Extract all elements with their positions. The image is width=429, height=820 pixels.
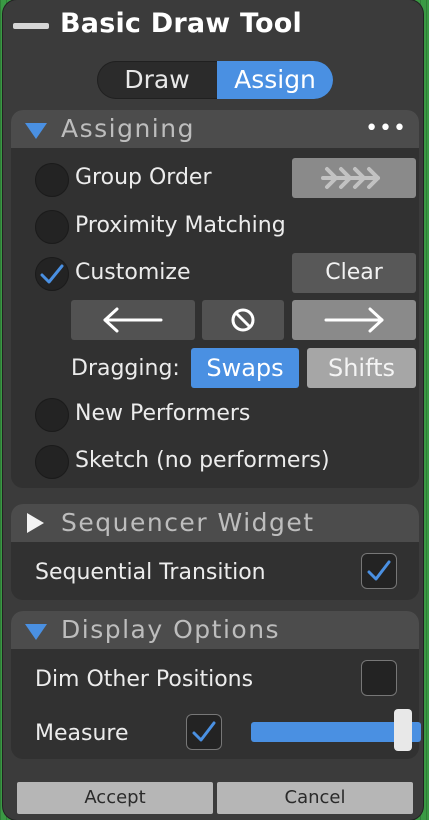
sequential-transition-checkbox[interactable]	[361, 553, 397, 589]
sequencer-section: Sequencer Widget Sequential Transition	[11, 504, 419, 600]
collapse-triangle-icon[interactable]	[25, 123, 47, 139]
sequencer-title: Sequencer Widget	[61, 508, 315, 537]
cancel-button[interactable]: Cancel	[217, 782, 413, 814]
assigning-header[interactable]: Assigning •••	[11, 110, 419, 148]
sequencer-header[interactable]: Sequencer Widget	[11, 504, 419, 542]
group-order-label: Group Order	[75, 165, 212, 190]
mode-toggle: Draw Assign	[97, 61, 333, 99]
dragging-label: Dragging:	[71, 356, 180, 381]
next-button[interactable]	[292, 300, 416, 340]
proximity-matching-label: Proximity Matching	[75, 213, 286, 238]
minimize-icon[interactable]	[13, 23, 49, 29]
radio-new-performers[interactable]	[35, 398, 69, 432]
shifts-button[interactable]: Shifts	[307, 348, 416, 388]
display-options-header[interactable]: Display Options	[11, 611, 419, 649]
new-performers-label: New Performers	[75, 401, 251, 426]
chevrons-right-icon	[321, 167, 380, 189]
assigning-section: Assigning ••• Group Order Proximity Matc…	[11, 110, 419, 488]
mode-assign-button[interactable]: Assign	[217, 61, 333, 99]
title-bar[interactable]: Basic Draw Tool	[3, 0, 423, 52]
dim-other-positions-checkbox[interactable]	[361, 660, 397, 696]
collapse-triangle-icon[interactable]	[25, 624, 47, 640]
previous-button[interactable]	[71, 300, 195, 340]
arrow-left-icon	[103, 307, 163, 333]
mode-draw-button[interactable]: Draw	[97, 61, 217, 99]
basic-draw-tool-panel: Basic Draw Tool Draw Assign Assigning ••…	[3, 0, 423, 820]
assigning-title: Assigning	[61, 114, 195, 143]
clear-button[interactable]: Clear	[292, 253, 416, 293]
display-options-section: Display Options Dim Other Positions Meas…	[11, 611, 421, 759]
checkmark-icon	[40, 264, 64, 284]
window-title: Basic Draw Tool	[60, 8, 303, 39]
measure-label: Measure	[35, 721, 129, 746]
more-options-icon[interactable]: •••	[365, 116, 407, 141]
customize-label: Customize	[75, 260, 191, 285]
dim-other-positions-label: Dim Other Positions	[35, 667, 254, 692]
checkmark-icon	[367, 560, 391, 581]
swaps-button[interactable]: Swaps	[191, 348, 299, 388]
radio-group-order[interactable]	[35, 163, 69, 197]
display-options-title: Display Options	[61, 615, 281, 644]
radio-sketch[interactable]	[35, 445, 69, 479]
sketch-label: Sketch (no performers)	[75, 448, 330, 473]
group-order-button[interactable]	[292, 158, 416, 198]
cancel-icon	[231, 308, 255, 332]
accept-button[interactable]: Accept	[17, 782, 213, 814]
measure-slider-handle[interactable]	[394, 709, 412, 751]
radio-customize[interactable]	[35, 257, 69, 291]
radio-proximity-matching[interactable]	[35, 210, 69, 244]
arrow-right-icon	[324, 307, 384, 333]
measure-checkbox[interactable]	[186, 714, 222, 750]
expand-triangle-icon[interactable]	[27, 513, 44, 533]
sequential-transition-label: Sequential Transition	[35, 560, 266, 585]
checkmark-icon	[192, 721, 216, 742]
cancel-assignment-button[interactable]	[202, 300, 284, 340]
